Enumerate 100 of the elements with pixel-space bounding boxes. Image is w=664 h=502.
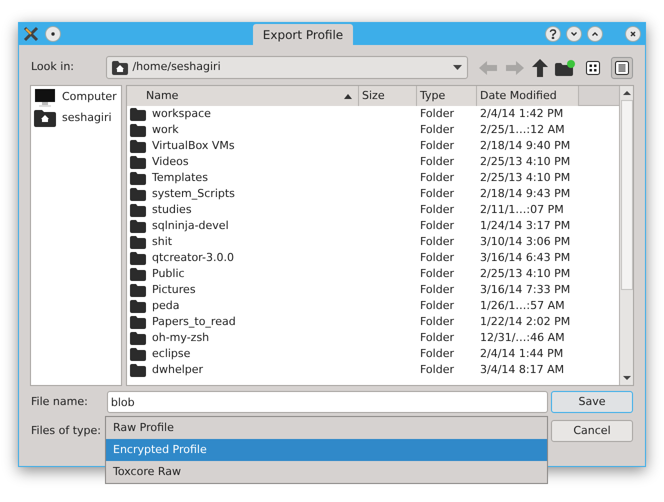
file-row[interactable]: Pictures Folder 3/16/14 7:33 PM bbox=[127, 282, 619, 298]
file-name: system_Scripts bbox=[152, 186, 235, 202]
table-cell: Folder bbox=[420, 154, 454, 168]
scrollbar[interactable] bbox=[619, 86, 633, 385]
maximize-button[interactable] bbox=[587, 26, 603, 42]
place-item[interactable]: Computer bbox=[31, 87, 121, 108]
folder-icon bbox=[130, 156, 146, 168]
path-dropdown[interactable]: /home/seshagiri bbox=[106, 56, 468, 79]
file-name: Videos bbox=[152, 154, 189, 170]
file-row[interactable]: Papers_to_read Folder 1/22/14 2:02 PM bbox=[127, 314, 619, 330]
table-cell: Folder bbox=[420, 266, 454, 280]
table-cell: 2/25/13 4:10 PM bbox=[480, 170, 570, 184]
file-name: workspace bbox=[152, 106, 211, 122]
file-name: VirtualBox VMs bbox=[152, 138, 235, 154]
file-row[interactable]: Public Folder 2/25/13 4:10 PM bbox=[127, 266, 619, 282]
file-name: shit bbox=[152, 234, 172, 250]
file-name: qtcreator-3.0.0 bbox=[152, 250, 234, 266]
up-arrow-icon[interactable] bbox=[532, 58, 548, 76]
file-name-field[interactable]: blob bbox=[106, 391, 548, 413]
file-row[interactable]: studies Folder 2/11/1…:07 PM bbox=[127, 202, 619, 218]
table-cell: 2/4/14 1:42 PM bbox=[480, 106, 564, 120]
table-cell: 12/31/…:46 AM bbox=[480, 330, 565, 344]
file-name: sqlninja-devel bbox=[152, 218, 229, 234]
table-cell: Folder bbox=[420, 314, 454, 328]
table-cell: Folder bbox=[420, 106, 454, 120]
file-name: work bbox=[152, 122, 179, 138]
table-cell: 1/26/1…:57 AM bbox=[480, 298, 565, 312]
table-cell: 2/25/13 4:10 PM bbox=[480, 154, 570, 168]
window-title: Export Profile bbox=[252, 24, 354, 46]
minimize-button[interactable] bbox=[566, 26, 582, 42]
caret-icon bbox=[453, 65, 462, 70]
file-name: Papers_to_read bbox=[152, 314, 236, 330]
close-button[interactable] bbox=[625, 26, 641, 42]
folder-icon bbox=[130, 284, 146, 296]
file-name: Public bbox=[152, 266, 185, 282]
save-button[interactable]: Save bbox=[551, 391, 633, 413]
column-header[interactable]: Type bbox=[417, 86, 477, 106]
file-row[interactable]: VirtualBox VMs Folder 2/18/14 9:40 PM bbox=[127, 138, 619, 154]
table-cell: 3/10/14 3:06 PM bbox=[480, 234, 570, 248]
monitor-icon bbox=[34, 88, 56, 106]
table-cell: 2/18/14 9:43 PM bbox=[480, 186, 570, 200]
folder-icon bbox=[130, 204, 146, 216]
file-row[interactable]: system_Scripts Folder 2/18/14 9:43 PM bbox=[127, 186, 619, 202]
file-name: Pictures bbox=[152, 282, 196, 298]
table-cell: 2/11/1…:07 PM bbox=[480, 202, 564, 216]
table-cell: 2/18/14 9:40 PM bbox=[480, 138, 570, 152]
file-row[interactable]: shit Folder 3/10/14 3:06 PM bbox=[127, 234, 619, 250]
folder-icon bbox=[130, 124, 146, 136]
help-button[interactable] bbox=[545, 26, 561, 42]
file-row[interactable]: workspace Folder 2/4/14 1:42 PM bbox=[127, 106, 619, 122]
file-row[interactable]: dwhelper Folder 3/4/14 8:17 AM bbox=[127, 362, 619, 378]
folder-icon bbox=[130, 268, 146, 280]
file-name: studies bbox=[152, 202, 192, 218]
file-row[interactable]: Templates Folder 2/25/13 4:10 PM bbox=[127, 170, 619, 186]
folder-icon bbox=[130, 172, 146, 184]
folder-icon bbox=[130, 108, 146, 120]
file-row[interactable]: eclipse Folder 2/4/14 1:44 PM bbox=[127, 346, 619, 362]
dropdown-option[interactable]: Encrypted Profile bbox=[106, 439, 547, 461]
cancel-button[interactable]: Cancel bbox=[551, 420, 633, 442]
dropdown-option[interactable]: Toxcore Raw bbox=[106, 461, 547, 483]
table-cell: Folder bbox=[420, 218, 454, 232]
file-row[interactable]: oh-my-zsh Folder 12/31/…:46 AM bbox=[127, 330, 619, 346]
folder-icon bbox=[130, 364, 146, 376]
dropdown-option[interactable]: Raw Profile bbox=[106, 417, 547, 439]
table-cell: Folder bbox=[420, 330, 454, 344]
place-item[interactable]: seshagiri bbox=[31, 108, 121, 129]
table-cell: Folder bbox=[420, 362, 454, 376]
folder-icon bbox=[130, 220, 146, 232]
file-row[interactable]: qtcreator-3.0.0 Folder 3/16/14 6:43 PM bbox=[127, 250, 619, 266]
file-row[interactable]: Videos Folder 2/25/13 4:10 PM bbox=[127, 154, 619, 170]
file-row[interactable]: peda Folder 1/26/1…:57 AM bbox=[127, 298, 619, 314]
table-cell: Folder bbox=[420, 186, 454, 200]
folder-icon bbox=[130, 316, 146, 328]
table-cell: 1/22/14 2:02 PM bbox=[480, 314, 570, 328]
question-mark-icon bbox=[549, 29, 557, 39]
folder-icon bbox=[130, 300, 146, 312]
home-folder-icon bbox=[34, 110, 56, 127]
table-cell: Folder bbox=[420, 122, 454, 136]
x-logo-icon bbox=[23, 26, 39, 42]
folder-icon bbox=[130, 188, 146, 200]
table-cell: Folder bbox=[420, 202, 454, 216]
file-row[interactable]: sqlninja-devel Folder 1/24/14 3:17 PM bbox=[127, 218, 619, 234]
table-cell: Folder bbox=[420, 282, 454, 296]
file-name: oh-my-zsh bbox=[152, 330, 210, 346]
pin-button[interactable] bbox=[45, 26, 61, 42]
new-folder-icon[interactable] bbox=[555, 60, 575, 76]
file-row[interactable]: work Folder 2/25/1…:12 AM bbox=[127, 122, 619, 138]
home-folder-icon bbox=[112, 60, 128, 74]
file-name-label: File name: bbox=[31, 394, 89, 410]
column-header[interactable]: Name bbox=[127, 86, 359, 106]
table-cell: 1/24/14 3:17 PM bbox=[480, 218, 570, 232]
column-header[interactable]: Size bbox=[359, 86, 417, 106]
table-cell: 3/16/14 6:43 PM bbox=[480, 250, 570, 264]
table-cell: 2/25/13 4:10 PM bbox=[480, 266, 570, 280]
table-cell: 3/16/14 7:33 PM bbox=[480, 282, 570, 296]
file-name: peda bbox=[152, 298, 180, 314]
column-header[interactable]: Date Modified bbox=[477, 86, 579, 106]
folder-icon bbox=[130, 140, 146, 152]
sort-ascending-icon bbox=[344, 94, 352, 98]
detail-view-button[interactable] bbox=[611, 56, 633, 78]
